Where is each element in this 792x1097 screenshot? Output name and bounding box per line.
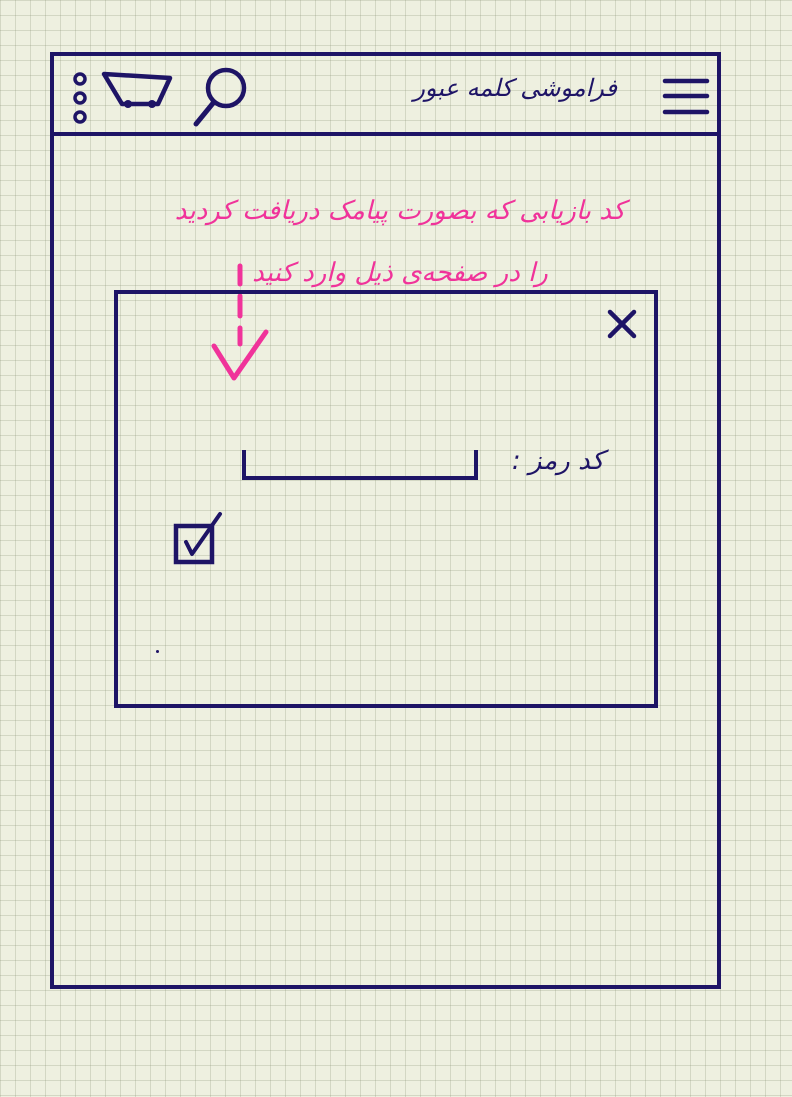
hamburger-menu-icon[interactable] bbox=[662, 76, 710, 116]
stray-dot bbox=[156, 650, 159, 653]
shopping-cart-icon[interactable] bbox=[100, 70, 176, 110]
code-input[interactable] bbox=[242, 450, 478, 480]
remember-checkbox[interactable] bbox=[172, 508, 228, 568]
page-title: فراموشی کلمه عبور bbox=[413, 74, 617, 102]
search-icon[interactable] bbox=[190, 64, 250, 128]
code-label: کد رمز : bbox=[511, 446, 604, 476]
recovery-code-dialog: کد رمز : bbox=[114, 290, 658, 708]
more-vertical-icon[interactable] bbox=[70, 70, 90, 126]
close-icon[interactable] bbox=[604, 306, 640, 342]
instruction-line-1: کد بازیابی که بصورت پیامک دریافت کردید bbox=[174, 196, 626, 226]
app-header: فراموشی کلمه عبور bbox=[54, 56, 717, 136]
